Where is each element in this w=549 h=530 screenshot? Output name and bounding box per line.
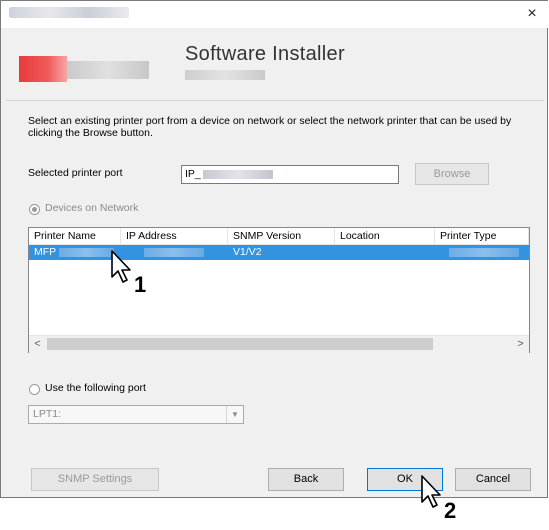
device-list[interactable]: Printer Name IP Address SNMP Version Loc…: [28, 227, 530, 353]
selected-port-field[interactable]: IP_: [181, 165, 399, 184]
horizontal-scrollbar[interactable]: < >: [29, 335, 529, 353]
scrollbar-thumb[interactable]: [47, 338, 433, 350]
scroll-right-icon[interactable]: >: [512, 336, 529, 353]
close-icon[interactable]: ×: [523, 5, 541, 23]
chevron-down-icon[interactable]: ▼: [226, 406, 243, 423]
title-bar: ×: [1, 1, 549, 28]
column-header-printer-name[interactable]: Printer Name: [29, 228, 121, 245]
port-select-value: LPT1:: [33, 408, 62, 420]
port-value-redacted: [202, 169, 273, 179]
printer-type-redacted: [449, 248, 519, 257]
port-select[interactable]: LPT1: ▼: [28, 405, 244, 424]
use-following-port-radio[interactable]: [29, 384, 40, 395]
selected-port-value: IP_: [185, 168, 201, 180]
browse-button[interactable]: Browse: [415, 163, 489, 185]
back-button[interactable]: Back: [268, 468, 344, 491]
cell-snmp-version: V1/V2: [233, 246, 262, 258]
devices-on-network-label: Devices on Network: [45, 202, 139, 214]
instructions-text: Select an existing printer port from a d…: [28, 115, 512, 139]
installer-window: × Software Installer Select an existing …: [0, 0, 549, 498]
use-following-port-label: Use the following port: [45, 382, 146, 394]
column-header-location[interactable]: Location: [335, 228, 435, 245]
banner-title: Software Installer: [185, 43, 345, 65]
column-header-printer-type[interactable]: Printer Type: [435, 228, 529, 245]
step-1-label: 1: [134, 272, 147, 297]
devices-on-network-radio[interactable]: [29, 204, 40, 215]
snmp-settings-button[interactable]: SNMP Settings: [31, 468, 159, 491]
cancel-button[interactable]: Cancel: [455, 468, 531, 491]
selected-port-label: Selected printer port: [28, 167, 123, 179]
cell-printer-name: MFP: [34, 246, 57, 258]
banner-subtitle-redacted: [185, 70, 265, 80]
scroll-left-icon[interactable]: <: [29, 336, 46, 353]
brand-logo-icon: [19, 56, 67, 82]
column-header-snmp-version[interactable]: SNMP Version: [228, 228, 335, 245]
printer-name-redacted: [59, 248, 114, 257]
column-header-ip-address[interactable]: IP Address: [121, 228, 228, 245]
ip-address-redacted: [144, 248, 204, 257]
window-title-redacted: [9, 7, 129, 18]
step-2-label: 2: [444, 498, 457, 523]
brand-logo-text-redacted: [67, 61, 149, 79]
